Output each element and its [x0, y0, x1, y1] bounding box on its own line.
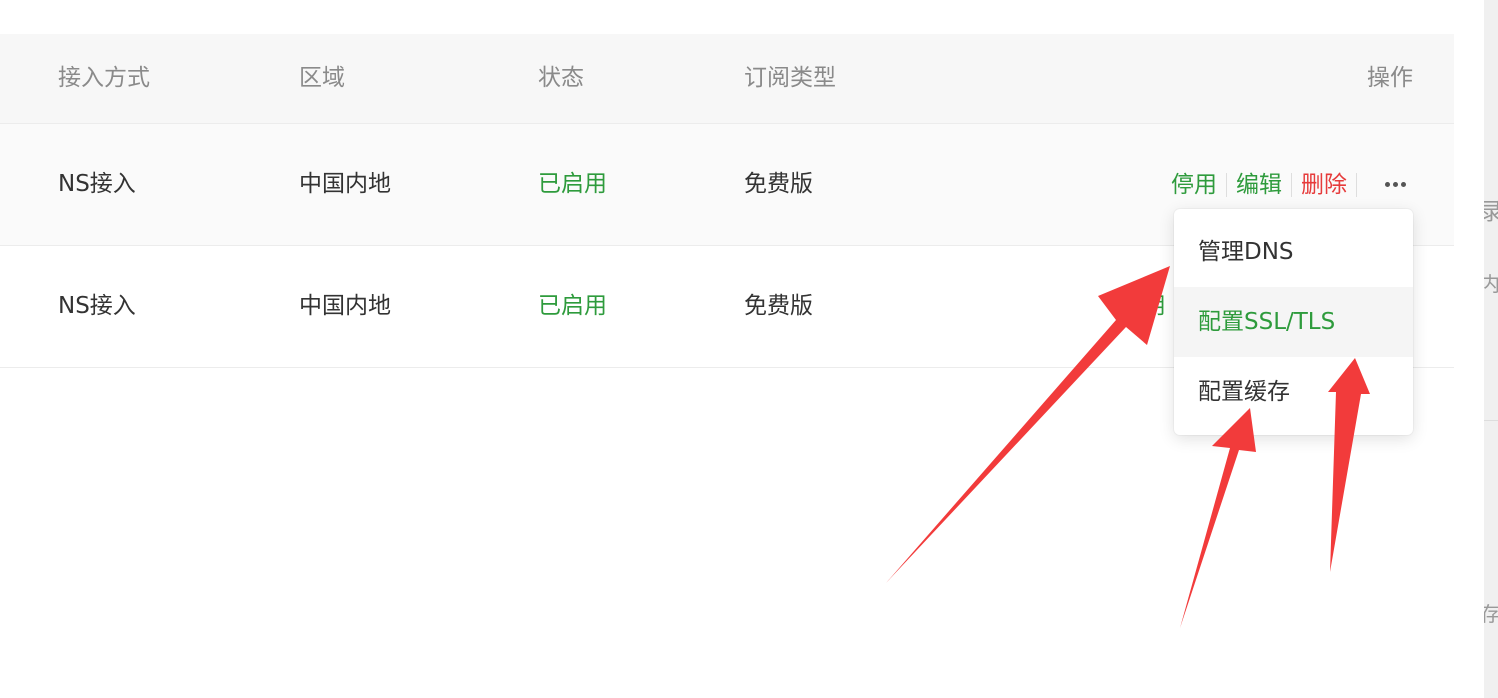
menu-item-manage-dns[interactable]: 管理DNS [1174, 217, 1413, 287]
menu-item-configure-cache[interactable]: 配置缓存 [1174, 357, 1413, 427]
clipped-text: 内 [1484, 272, 1498, 296]
clipped-text: 录 [1484, 199, 1498, 225]
table-header: 接入方式 区域 状态 订阅类型 操作 [0, 34, 1454, 124]
header-subscription-type: 订阅类型 [744, 65, 836, 91]
cell-access-method: NS接入 [58, 171, 136, 197]
cell-subscription-type: 免费版 [744, 171, 813, 197]
cell-region: 中国内地 [299, 293, 391, 319]
edit-link[interactable]: 编辑 [1227, 170, 1291, 200]
partially-hidden-action-link[interactable]: 用 [1143, 246, 1166, 367]
cell-subscription-type: 免费版 [744, 293, 813, 319]
divider [1484, 420, 1498, 421]
dot-icon [1385, 182, 1390, 187]
cell-region: 中国内地 [299, 171, 391, 197]
page: 接入方式 区域 状态 订阅类型 操作 NS接入 中国内地 已启用 免费版 停用 … [0, 0, 1498, 698]
side-panel-edge: 录 内 存 [1484, 0, 1498, 698]
more-actions-dropdown: 管理DNS 配置SSL/TLS 配置缓存 [1174, 209, 1413, 435]
more-options-icon[interactable] [1357, 182, 1406, 187]
clipped-text: 存 [1484, 602, 1498, 626]
dot-icon [1401, 182, 1406, 187]
delete-link[interactable]: 删除 [1292, 170, 1356, 200]
disable-link[interactable]: 停用 [1162, 170, 1226, 200]
cell-access-method: NS接入 [58, 293, 136, 319]
dot-icon [1393, 182, 1398, 187]
header-status: 状态 [538, 65, 584, 91]
header-access-method: 接入方式 [58, 65, 150, 91]
header-actions: 操作 [1367, 65, 1413, 91]
menu-item-configure-ssl-tls[interactable]: 配置SSL/TLS [1174, 287, 1413, 357]
header-region: 区域 [299, 65, 345, 91]
status-badge: 已启用 [538, 171, 607, 197]
annotation-arrow-icon [1180, 408, 1256, 628]
status-badge: 已启用 [538, 293, 607, 319]
